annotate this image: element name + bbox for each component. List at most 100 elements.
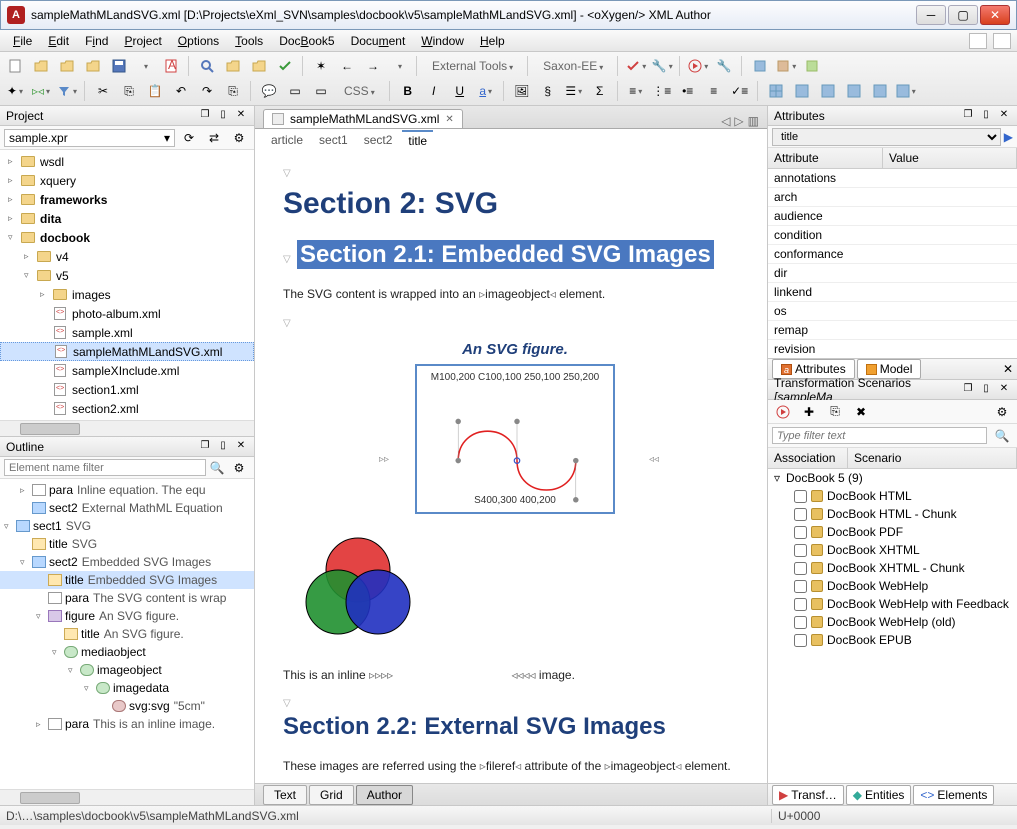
check-button[interactable]	[274, 55, 296, 77]
view-tab-grid[interactable]: Grid	[309, 785, 354, 805]
outline-hscroll[interactable]	[0, 789, 254, 805]
italic-button[interactable]: I	[423, 80, 445, 102]
bold-button[interactable]: B	[397, 80, 419, 102]
trans-new-icon[interactable]: ✚	[798, 401, 820, 423]
math-button[interactable]: Σ	[589, 80, 611, 102]
run-config-button[interactable]: 🔧	[713, 55, 735, 77]
cl-button[interactable]: ✓≡	[729, 80, 751, 102]
menu-document[interactable]: Document	[344, 32, 413, 50]
transform-scenario-item[interactable]: DocBook HTML - Chunk	[768, 505, 1017, 523]
transform-scenario-item[interactable]: DocBook XHTML - Chunk	[768, 559, 1017, 577]
undo2-button[interactable]: ↶	[170, 80, 192, 102]
list-button[interactable]: ≡	[625, 80, 647, 102]
copy-button[interactable]: ⎘	[118, 80, 140, 102]
outline-min-icon[interactable]: ▯	[216, 440, 230, 454]
open-find2-button[interactable]	[248, 55, 270, 77]
breadcrumb-item[interactable]: sect2	[358, 131, 399, 149]
outline-restore-icon[interactable]: ❐	[198, 440, 212, 454]
save-dropdown[interactable]	[134, 55, 156, 77]
attribute-row[interactable]: dir	[768, 264, 1017, 283]
attribute-row[interactable]: arch	[768, 188, 1017, 207]
outline-tree-item[interactable]: ▹paraThis is an inline image.	[0, 715, 254, 733]
table3-button[interactable]	[817, 80, 839, 102]
transform-filter-input[interactable]	[772, 427, 987, 444]
track-button[interactable]: ▹◃	[30, 80, 52, 102]
table1-button[interactable]	[765, 80, 787, 102]
breadcrumb-item[interactable]: article	[265, 131, 309, 149]
maximize-button[interactable]: ▢	[948, 5, 978, 25]
outline-settings-icon[interactable]: ⚙	[228, 457, 250, 479]
menu-file[interactable]: File	[6, 32, 39, 50]
project-tree-item[interactable]: sampleXInclude.xml	[0, 361, 254, 380]
project-settings-icon[interactable]: ⚙	[228, 127, 250, 149]
fold-icon[interactable]: ▽	[283, 254, 293, 265]
tab-prev-icon[interactable]: ◁	[721, 114, 730, 128]
breadcrumb-item[interactable]: sect1	[313, 131, 354, 149]
validate-button[interactable]	[625, 55, 647, 77]
perspective-icon-2[interactable]	[993, 33, 1011, 49]
outline-close-icon[interactable]: ✕	[234, 440, 248, 454]
project-tree-item[interactable]: sample.xml	[0, 323, 254, 342]
project-tree[interactable]: ▹wsdl▹xquery▹frameworks▹dita▿docbook▹v4▿…	[0, 150, 254, 420]
perspective-icon-1[interactable]	[969, 33, 987, 49]
outline-tree-item[interactable]: titleEmbedded SVG Images	[0, 571, 254, 589]
attribute-row[interactable]: conformance	[768, 245, 1017, 264]
image-button[interactable]: 🖼	[511, 80, 533, 102]
fold-icon[interactable]: ▽	[283, 698, 293, 709]
tool-b-button[interactable]	[775, 55, 797, 77]
project-tree-item[interactable]: ▹dita	[0, 209, 254, 228]
project-hscroll[interactable]	[0, 420, 254, 436]
table6-button[interactable]	[895, 80, 917, 102]
menu-help[interactable]: Help	[473, 32, 512, 50]
open2-button[interactable]	[56, 55, 78, 77]
transform-tree[interactable]: ▿DocBook 5 (9) DocBook HTMLDocBook HTML …	[768, 469, 1017, 783]
css-dropdown[interactable]: CSS	[336, 84, 383, 98]
run-button[interactable]	[687, 55, 709, 77]
save-button[interactable]	[108, 55, 130, 77]
menu-project[interactable]: Project	[117, 32, 168, 50]
project-file-selector[interactable]: sample.xpr▾	[4, 129, 175, 147]
attribute-row[interactable]: audience	[768, 207, 1017, 226]
tool-a-button[interactable]	[749, 55, 771, 77]
attributes-element-select[interactable]: title	[772, 128, 1001, 146]
print-button[interactable]: A	[160, 55, 182, 77]
doc-tab-close-icon[interactable]: ✕	[445, 114, 453, 125]
project-restore-icon[interactable]: ❐	[198, 109, 212, 123]
table2-button[interactable]	[791, 80, 813, 102]
project-tree-item[interactable]: sampleMathMLandSVG.xml	[0, 342, 254, 361]
project-tree-item[interactable]: photo-album.xml	[0, 304, 254, 323]
attribute-row[interactable]: os	[768, 302, 1017, 321]
trans-copy-icon[interactable]: ⎘	[824, 401, 846, 423]
attribute-row[interactable]: remap	[768, 321, 1017, 340]
outline-tree-item[interactable]: ▹paraInline equation. The equ	[0, 481, 254, 499]
open-button[interactable]	[30, 55, 52, 77]
filter-button[interactable]	[56, 80, 78, 102]
menu-docbook5[interactable]: DocBook5	[272, 32, 341, 50]
config-button[interactable]: 🔧	[651, 55, 673, 77]
attribute-row[interactable]: annotations	[768, 169, 1017, 188]
outline-tree-item[interactable]: ▿mediaobject	[0, 643, 254, 661]
outline-tree-item[interactable]: ▿imageobject	[0, 661, 254, 679]
outline-tree-item[interactable]: ▿figureAn SVG figure.	[0, 607, 254, 625]
project-tree-item[interactable]: ▹frameworks	[0, 190, 254, 209]
tab-list-icon[interactable]: ▥	[748, 114, 759, 128]
anchor-button[interactable]: a	[475, 80, 497, 102]
menu-find[interactable]: Find	[78, 32, 115, 50]
outline-tree[interactable]: ▹paraInline equation. The equsect2Extern…	[0, 479, 254, 789]
subtab-close-icon[interactable]: ✕	[1003, 362, 1013, 376]
transform-group[interactable]: ▿DocBook 5 (9)	[768, 469, 1017, 487]
trans-close-icon[interactable]: ✕	[997, 383, 1011, 397]
open3-button[interactable]	[82, 55, 104, 77]
tab-next-icon[interactable]: ▷	[734, 114, 743, 128]
transform-scenario-item[interactable]: DocBook WebHelp (old)	[768, 613, 1017, 631]
fold-icon[interactable]: ▽	[283, 168, 293, 179]
project-tree-item[interactable]: ▹v4	[0, 247, 254, 266]
view-tab-author[interactable]: Author	[356, 785, 413, 805]
attribute-row[interactable]: condition	[768, 226, 1017, 245]
project-link-icon[interactable]: ⇄	[203, 127, 225, 149]
outline-search-icon[interactable]: 🔍	[206, 457, 228, 479]
link-button[interactable]: ▭	[310, 80, 332, 102]
menu-options[interactable]: Options	[171, 32, 226, 50]
resize-handle-right[interactable]: ◃◃	[649, 454, 659, 465]
project-refresh-icon[interactable]: ⟳	[178, 127, 200, 149]
